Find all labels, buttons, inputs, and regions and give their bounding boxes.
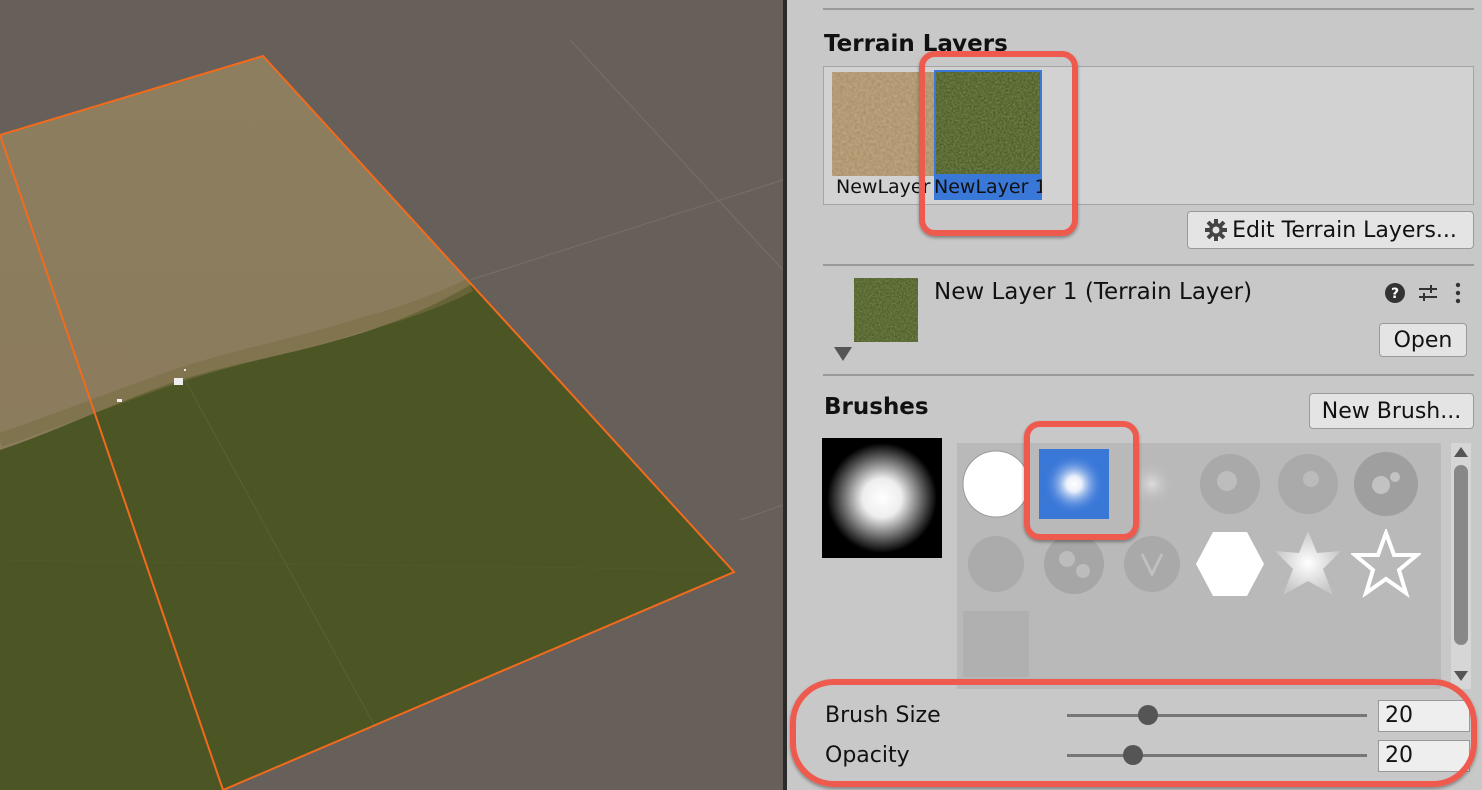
brushes-title: Brushes [824, 394, 929, 420]
selected-layer-preview [854, 278, 918, 342]
svg-text:?: ? [1391, 286, 1399, 302]
separator [823, 374, 1474, 376]
callout-selected-brush [1024, 421, 1139, 540]
layer-detail-title: New Layer 1 (Terrain Layer) [934, 279, 1253, 305]
hard-circle-brush-icon [962, 450, 1030, 518]
soft-star-brush-icon [1275, 531, 1341, 595]
brush-noise-1[interactable] [1195, 449, 1265, 519]
inspector-panel: Terrain Layers NewLayer NewLayer 1 Edit … [787, 0, 1482, 790]
brush-noise-2[interactable] [1273, 449, 1343, 519]
noise-brush-icon [968, 536, 1024, 592]
terrain-surface [0, 56, 734, 790]
noise-brush-icon [1124, 536, 1180, 592]
brush-preview [822, 438, 942, 558]
separator [823, 8, 1474, 10]
brush-star-outline[interactable] [1351, 529, 1421, 599]
brush-noise-4[interactable] [961, 529, 1031, 599]
brush-hexagon[interactable] [1195, 529, 1265, 599]
scroll-down-icon[interactable] [1451, 669, 1471, 683]
open-button[interactable]: Open [1379, 323, 1467, 357]
preset-settings-icon[interactable] [1417, 282, 1439, 304]
callout-selected-layer [919, 51, 1078, 236]
brush-noise-6[interactable] [1117, 529, 1187, 599]
edit-terrain-layers-button[interactable]: Edit Terrain Layers... [1187, 211, 1474, 249]
noise-brush-icon [1200, 454, 1260, 514]
scroll-up-icon[interactable] [1451, 445, 1471, 459]
layer-label-sand: NewLayer [836, 176, 931, 198]
noise-brush-icon [1278, 454, 1338, 514]
scrollbar-thumb[interactable] [1454, 465, 1468, 645]
help-icon[interactable]: ? [1384, 282, 1406, 304]
noise-brush-icon [1354, 452, 1418, 516]
brush-noise-3[interactable] [1351, 449, 1421, 519]
terrain-viewport[interactable] [0, 0, 783, 790]
new-brush-button[interactable]: New Brush... [1309, 393, 1474, 429]
edit-terrain-layers-label: Edit Terrain Layers... [1232, 217, 1457, 243]
hexagon-brush-icon [1196, 532, 1264, 596]
brush-scrollbar[interactable] [1451, 443, 1471, 689]
texture-brush-icon [963, 611, 1029, 677]
brush-texture[interactable] [961, 609, 1031, 679]
star-outline-brush-icon [1351, 529, 1421, 598]
more-options-icon[interactable] [1453, 282, 1463, 304]
brush-hard-round[interactable] [961, 449, 1031, 519]
brush-star-soft[interactable] [1273, 529, 1343, 599]
brush-cursor-marker [174, 378, 183, 385]
callout-brush-settings [790, 679, 1477, 787]
foldout-triangle-icon[interactable] [834, 347, 852, 361]
separator [823, 264, 1474, 266]
gear-icon [1205, 219, 1228, 241]
scene-view[interactable] [0, 0, 783, 790]
